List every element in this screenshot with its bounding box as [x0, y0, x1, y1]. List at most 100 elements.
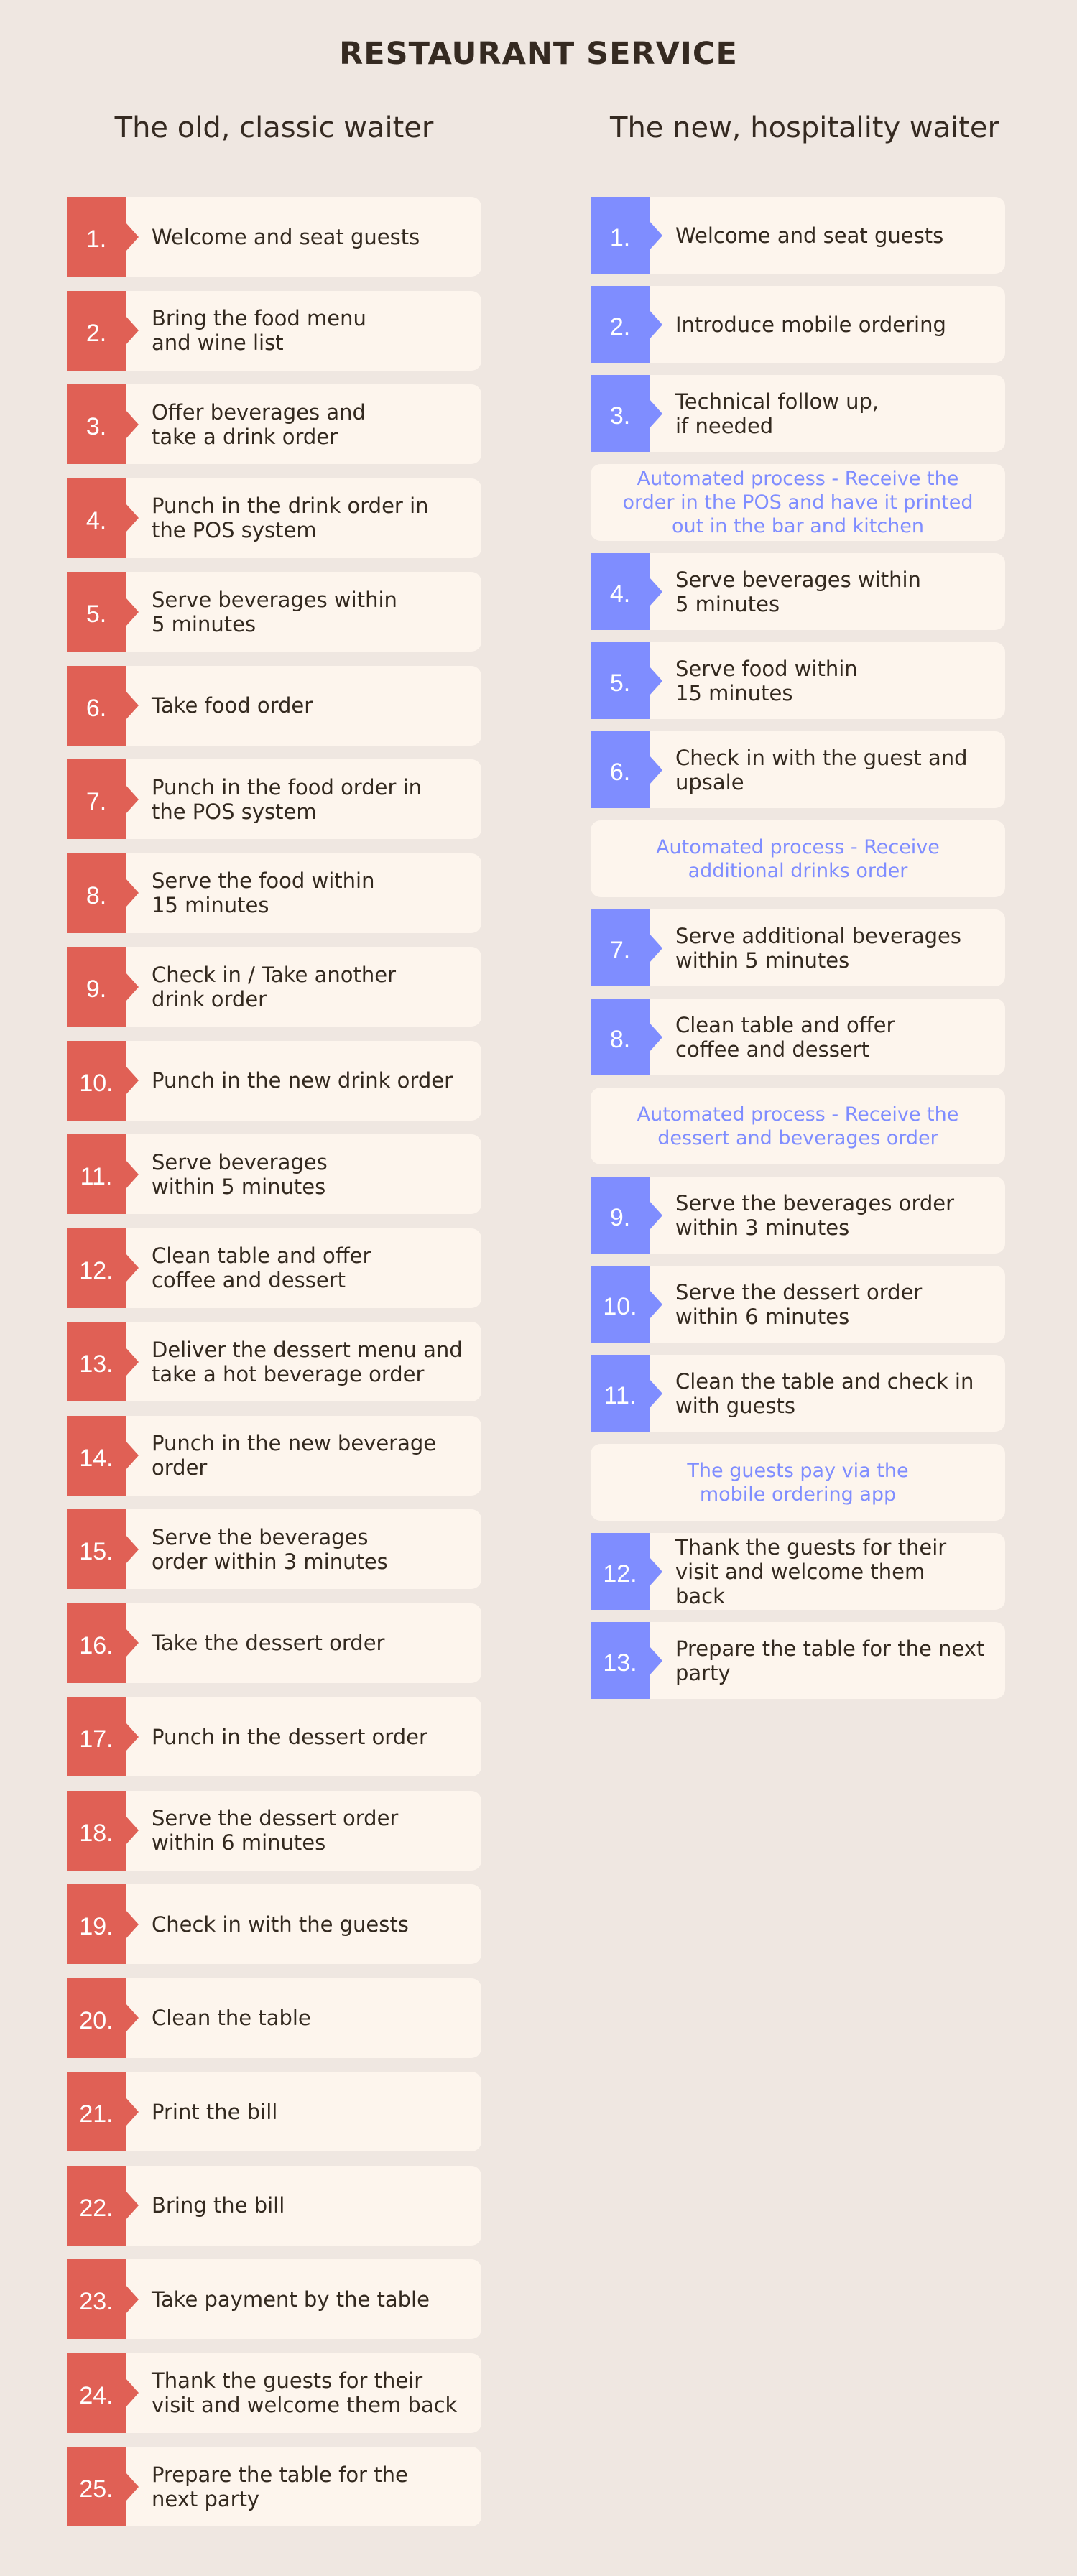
step-text: Thank the guests for their visit and wel… — [152, 2368, 458, 2417]
new-step-card: 13. Prepare the table for the next party — [591, 1622, 1005, 1699]
step-number-badge: 12. — [67, 1228, 139, 1308]
step-text: Take payment by the table — [152, 2287, 430, 2312]
step-text: Prepare the table for the next party — [152, 2462, 408, 2511]
step-number: 21. — [79, 2100, 114, 2128]
new-step-card: 11. Clean the table and check in with gue… — [591, 1355, 1005, 1432]
new-step-card: 10. Serve the dessert order within 6 minu… — [591, 1266, 1005, 1343]
step-text: Punch in the new beverage order — [152, 1431, 437, 1480]
step-number-badge: 16. — [67, 1603, 139, 1683]
step-number-badge: 3. — [591, 375, 662, 452]
arrow-right-icon — [126, 316, 139, 345]
step-number-badge: 6. — [67, 665, 139, 746]
step-number-badge: 4. — [591, 553, 662, 630]
old-step-card: 13. Deliver the dessert menu and take a h… — [67, 1322, 481, 1401]
page-title: RESTAURANT SERVICE — [339, 36, 738, 72]
step-number-badge: 8. — [67, 853, 139, 933]
step-text: Welcome and seat guests — [152, 224, 420, 249]
step-text: Serve additional beverages within 5 minu… — [675, 923, 961, 973]
arrow-right-icon — [126, 1534, 139, 1564]
step-text: Offer beverages and take a drink order — [152, 399, 366, 449]
step-text: Serve beverages within 5 minutes — [152, 587, 397, 636]
step-number: 10. — [603, 1293, 637, 1320]
new-step-card: 4. Serve beverages within 5 minutes — [591, 553, 1005, 630]
step-text: Take the dessert order — [152, 1631, 385, 1655]
old-step-card: 1. Welcome and seat guests — [67, 197, 481, 277]
step-number-badge: 10. — [67, 1040, 139, 1121]
step-number-badge: 25. — [67, 2447, 139, 2526]
new-step-card: 8. Clean table and offer coffee and desse… — [591, 999, 1005, 1075]
step-number: 7. — [85, 788, 107, 815]
step-number: 8. — [85, 881, 107, 909]
arrow-right-icon — [126, 1722, 139, 1751]
step-number-badge: 24. — [67, 2353, 139, 2433]
step-number: 17. — [79, 1725, 114, 1753]
step-number: 15. — [79, 1538, 114, 1565]
step-text: Technical follow up, if needed — [675, 389, 879, 438]
step-number-badge: 2. — [591, 286, 662, 363]
arrow-right-icon — [126, 879, 139, 907]
step-number-badge: 11. — [591, 1355, 662, 1432]
step-number: 7. — [609, 937, 631, 964]
arrow-right-icon — [650, 577, 662, 606]
step-number-badge: 19. — [67, 1884, 139, 1964]
step-text: Punch in the dessert order — [152, 1724, 427, 1749]
step-text: Serve the dessert order within 6 minutes — [152, 1806, 399, 1855]
step-text: Check in with the guests — [152, 1912, 409, 1937]
arrow-right-icon — [126, 409, 139, 439]
step-number-badge: 9. — [591, 1177, 662, 1254]
old-step-card: 19. Check in with the guests — [67, 1884, 481, 1964]
arrow-right-icon — [126, 1628, 139, 1657]
old-step-card: 17. Punch in the dessert order — [67, 1697, 481, 1776]
step-text: Deliver the dessert menu and take a hot … — [152, 1337, 463, 1386]
step-number: 11. — [604, 1382, 637, 1409]
step-text: Introduce mobile ordering — [675, 312, 946, 337]
new-step-card: 3. Technical follow up, if needed — [591, 375, 1005, 452]
step-text: Serve the beverages order within 3 minut… — [152, 1524, 388, 1574]
step-number-badge: 20. — [67, 1978, 139, 2058]
step-number-badge: 1. — [67, 197, 139, 277]
arrow-right-icon — [650, 399, 662, 428]
step-number-badge: 7. — [67, 759, 139, 839]
old-step-card: 2. Bring the food menu and wine list — [67, 290, 481, 371]
arrow-right-icon — [126, 1909, 139, 1939]
step-number: 8. — [609, 1026, 631, 1053]
step-text: Punch in the new drink order — [152, 1068, 453, 1093]
step-number: 20. — [79, 2006, 114, 2034]
old-step-card: 14. Punch in the new beverage order — [67, 1415, 481, 1496]
old-step-card: 11. Serve beverages within 5 minutes — [67, 1134, 481, 1214]
old-step-card: 4. Punch in the drink order in the POS sy… — [67, 478, 481, 558]
step-number: 12. — [603, 1560, 637, 1588]
step-number: 2. — [609, 313, 631, 340]
arrow-right-icon — [126, 2472, 139, 2501]
arrow-right-icon — [126, 2003, 139, 2032]
step-number-badge: 5. — [67, 572, 139, 652]
arrow-right-icon — [126, 222, 139, 251]
arrow-right-icon — [650, 755, 662, 784]
arrow-right-icon — [126, 2191, 139, 2220]
step-number: 9. — [85, 976, 107, 1003]
old-step-card: 6. Take food order — [67, 665, 481, 746]
step-text: Serve the beverages order within 3 minut… — [675, 1190, 955, 1240]
step-number-badge: 2. — [67, 290, 139, 371]
old-waiter-heading: The old, classic waiter — [114, 111, 434, 144]
step-text: Serve beverages within 5 minutes — [152, 1149, 328, 1199]
step-text: Bring the bill — [152, 2193, 285, 2218]
step-number-badge: 23. — [67, 2259, 139, 2339]
old-step-card: 3. Offer beverages and take a drink order — [67, 384, 481, 464]
step-number-badge: 6. — [591, 731, 662, 808]
note-text: Automated process - Receive the dessert … — [637, 1103, 959, 1149]
step-text: Punch in the drink order in the POS syst… — [152, 494, 429, 542]
arrow-right-icon — [126, 597, 139, 626]
step-text: Prepare the table for the next party — [675, 1636, 985, 1685]
step-number-badge: 3. — [67, 384, 139, 464]
step-text: Serve the dessert order within 6 minutes — [675, 1279, 923, 1329]
step-number: 9. — [609, 1204, 631, 1231]
step-number-badge: 7. — [591, 909, 662, 986]
step-number: 13. — [603, 1649, 637, 1677]
step-number: 4. — [85, 506, 107, 534]
arrow-right-icon — [126, 1254, 139, 1282]
step-number-badge: 5. — [591, 642, 662, 719]
arrow-right-icon — [126, 2378, 139, 2407]
arrow-right-icon — [650, 1646, 662, 1675]
step-number: 12. — [79, 1256, 114, 1284]
